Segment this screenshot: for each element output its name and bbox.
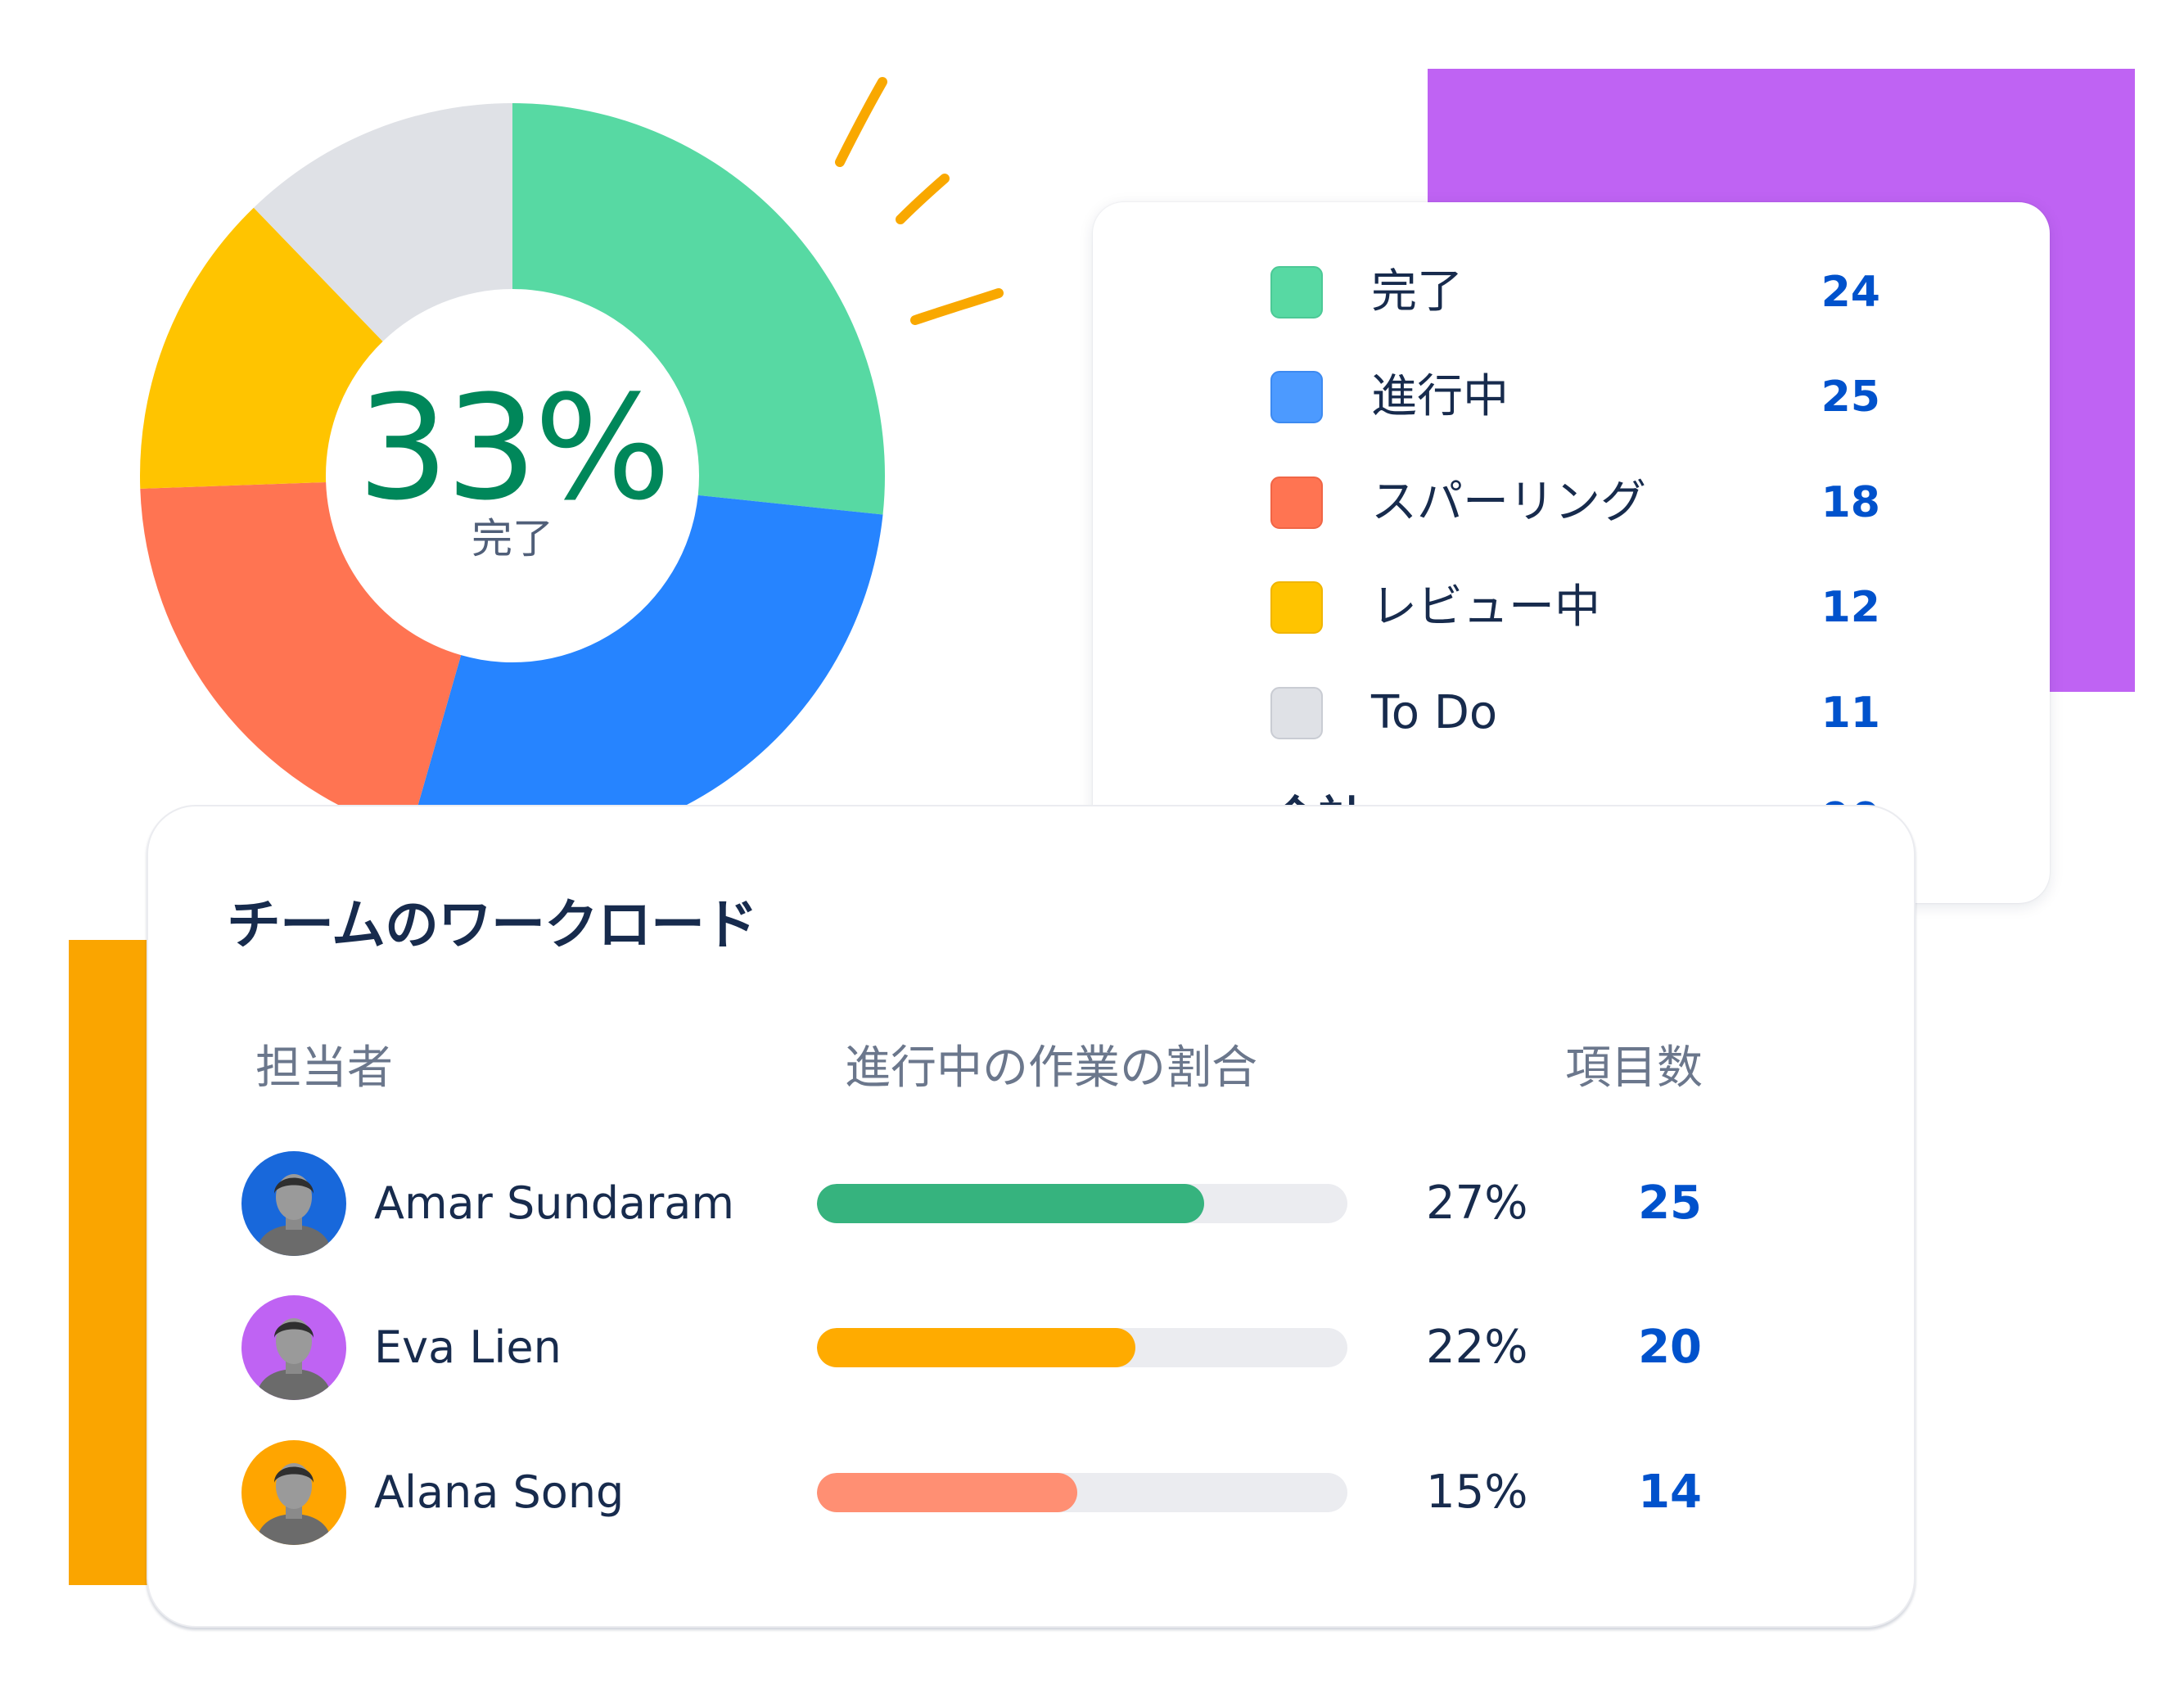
progress-bar-fill <box>817 1328 1135 1367</box>
status-legend-card: 完了 24 進行中 25 スパーリング 18 レビュー中 12 To Do 11… <box>1093 202 2050 903</box>
legend-value: 18 <box>1821 478 1880 527</box>
progress-bar <box>817 1184 1347 1223</box>
progress-percent: 15% <box>1426 1466 1528 1519</box>
legend-item-done[interactable]: 完了 24 <box>1093 251 2050 333</box>
progress-bar-fill <box>817 1184 1205 1223</box>
legend-swatch <box>1270 581 1323 634</box>
legend-swatch <box>1270 477 1323 529</box>
avatar[interactable] <box>241 1151 346 1256</box>
legend-swatch <box>1270 371 1323 423</box>
legend-label: 進行中 <box>1371 370 1509 423</box>
assignee-name: Amar Sundaram <box>374 1177 734 1229</box>
column-header-ratio: 進行中の作業の割合 <box>845 1041 1257 1095</box>
donut-center-percent: 33% <box>357 364 670 532</box>
workload-row[interactable]: Alana Song 15% 14 <box>148 1439 1914 1546</box>
workload-row[interactable]: Eva Lien 22% 20 <box>148 1294 1914 1401</box>
legend-value: 24 <box>1821 268 1880 317</box>
legend-swatch <box>1270 687 1323 739</box>
doodle-stroke <box>910 288 1004 325</box>
legend-item-in-progress[interactable]: 進行中 25 <box>1093 356 2050 438</box>
workload-row[interactable]: Amar Sundaram 27% 25 <box>148 1150 1914 1257</box>
team-workload-card: チームのワークロード 担当者 進行中の作業の割合 項目数 Amar Sundar… <box>147 805 1916 1628</box>
legend-label: To Do <box>1371 686 1498 739</box>
progress-bar <box>817 1473 1347 1512</box>
legend-label: 完了 <box>1371 265 1463 318</box>
column-header-count: 項目数 <box>1565 1041 1703 1095</box>
legend-label: スパーリング <box>1371 476 1646 529</box>
avatar[interactable] <box>241 1440 346 1545</box>
legend-value: 11 <box>1821 689 1880 738</box>
progress-bar-fill <box>817 1473 1077 1512</box>
item-count[interactable]: 25 <box>1638 1150 1702 1257</box>
person-icon <box>258 1318 330 1400</box>
decorative-orange-block <box>69 940 151 1585</box>
person-icon <box>258 1174 330 1256</box>
assignee-name: Alana Song <box>374 1466 625 1518</box>
item-count[interactable]: 20 <box>1638 1294 1702 1401</box>
legend-item-todo[interactable]: To Do 11 <box>1093 672 2050 754</box>
legend-item-in-review[interactable]: レビュー中 12 <box>1093 567 2050 648</box>
legend-swatch <box>1270 266 1323 318</box>
legend-item-sparring[interactable]: スパーリング 18 <box>1093 462 2050 544</box>
column-header-assignee: 担当者 <box>255 1041 393 1095</box>
item-count[interactable]: 14 <box>1638 1439 1702 1546</box>
assignee-name: Eva Lien <box>374 1321 562 1373</box>
avatar[interactable] <box>241 1295 346 1400</box>
person-icon <box>258 1463 330 1545</box>
workload-title: チームのワークロード <box>227 893 758 956</box>
donut-center-caption: 完了 <box>472 515 553 562</box>
legend-value: 25 <box>1821 373 1880 422</box>
legend-value: 12 <box>1821 583 1880 632</box>
progress-percent: 22% <box>1426 1321 1528 1374</box>
donut-center-label: 33% 完了 <box>267 377 758 562</box>
legend-label: レビュー中 <box>1371 580 1600 634</box>
progress-bar <box>817 1328 1347 1367</box>
progress-percent: 27% <box>1426 1177 1528 1230</box>
